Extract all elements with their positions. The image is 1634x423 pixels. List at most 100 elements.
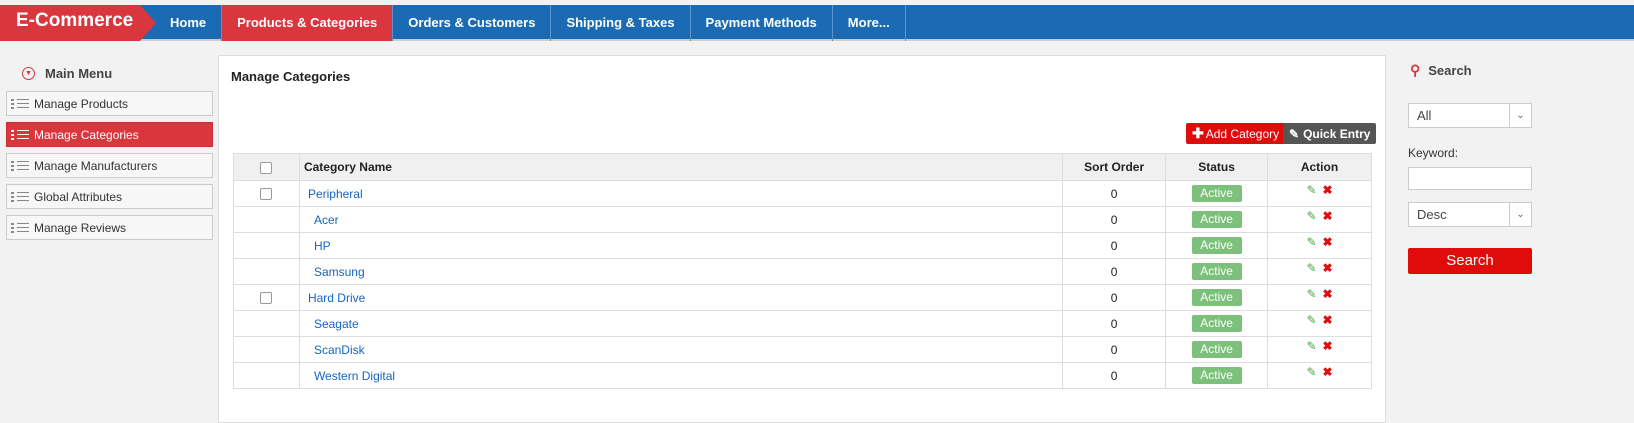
table-row: HP 0 Active ✎ ✖	[233, 232, 1372, 259]
table-row: Western Digital 0 Active ✎ ✖	[233, 362, 1372, 389]
header-sort-order[interactable]: Sort Order	[1062, 153, 1167, 181]
filter-select[interactable]: All ⌄	[1408, 103, 1532, 128]
category-link[interactable]: Samsung	[314, 265, 365, 279]
status-badge[interactable]: Active	[1191, 263, 1242, 280]
row-select-cell	[233, 362, 300, 389]
pencil-icon: ✎	[1289, 126, 1300, 141]
row-select-cell	[233, 336, 300, 363]
quick-entry-button[interactable]: ✎ Quick Entry	[1283, 123, 1377, 144]
header-status[interactable]: Status	[1165, 153, 1269, 181]
category-link[interactable]: Western Digital	[314, 369, 395, 383]
keyword-input[interactable]	[1408, 167, 1532, 190]
sidebar-item-manage-categories[interactable]: Manage Categories	[6, 122, 213, 147]
category-name-cell: Seagate	[298, 310, 1064, 337]
row-checkbox[interactable]	[260, 188, 273, 201]
row-checkbox[interactable]	[260, 292, 273, 305]
add-category-button[interactable]: ✚ Add Category	[1186, 123, 1286, 144]
select-all-cell	[233, 153, 300, 181]
delete-icon[interactable]: ✖	[1323, 339, 1333, 353]
category-link[interactable]: HP	[314, 239, 331, 253]
category-name-cell: ScanDisk	[298, 336, 1064, 363]
list-icon	[11, 129, 29, 141]
category-link[interactable]: Seagate	[314, 317, 359, 331]
status-badge[interactable]: Active	[1191, 237, 1242, 254]
chevron-down-icon: ⌄	[1509, 203, 1531, 226]
sidebar-item-global-attributes[interactable]: Global Attributes	[6, 184, 213, 209]
edit-icon[interactable]: ✎	[1306, 209, 1316, 223]
brand-arrow	[140, 5, 156, 41]
plus-icon: ✚	[1192, 125, 1204, 141]
status-badge[interactable]: Active	[1191, 341, 1242, 358]
delete-icon[interactable]: ✖	[1323, 183, 1333, 197]
sidebar-item-label: Manage Categories	[34, 127, 139, 142]
sidebar-item-manage-reviews[interactable]: Manage Reviews	[6, 215, 213, 240]
delete-icon[interactable]: ✖	[1323, 209, 1333, 223]
action-cell: ✎ ✖	[1267, 336, 1372, 363]
nav-orders-customers[interactable]: Orders & Customers	[393, 5, 552, 41]
status-cell: Active	[1165, 180, 1269, 207]
action-cell: ✎ ✖	[1267, 206, 1372, 233]
nav-products-categories[interactable]: Products & Categories	[222, 5, 394, 41]
delete-icon[interactable]: ✖	[1323, 287, 1333, 301]
add-category-label: Add Category	[1205, 126, 1280, 141]
order-select[interactable]: Desc ⌄	[1408, 202, 1532, 227]
category-link[interactable]: Acer	[314, 213, 339, 227]
edit-icon[interactable]: ✎	[1306, 235, 1316, 249]
sidebar-item-label: Global Attributes	[34, 189, 123, 204]
action-cell: ✎ ✖	[1267, 362, 1372, 389]
category-link[interactable]: ScanDisk	[314, 343, 365, 357]
row-select-cell	[233, 180, 300, 207]
sidebar-item-manage-manufacturers[interactable]: Manage Manufacturers	[6, 153, 213, 178]
delete-icon[interactable]: ✖	[1323, 313, 1333, 327]
edit-icon[interactable]: ✎	[1306, 365, 1316, 379]
brand-logo[interactable]: E-Commerce	[0, 5, 140, 41]
edit-icon[interactable]: ✎	[1306, 261, 1316, 275]
keyword-label: Keyword:	[1408, 146, 1459, 160]
chevron-down-icon: ▼	[22, 66, 35, 80]
page-title: Manage Categories	[231, 69, 351, 84]
search-button[interactable]: Search	[1408, 248, 1532, 274]
sidebar: ▼ Main Menu Manage Products Manage Categ…	[6, 55, 213, 240]
main-nav: Home Products & Categories Orders & Cust…	[155, 5, 906, 41]
nav-shipping-taxes[interactable]: Shipping & Taxes	[551, 5, 691, 41]
edit-icon[interactable]: ✎	[1306, 183, 1316, 197]
delete-icon[interactable]: ✖	[1323, 365, 1333, 379]
edit-icon[interactable]: ✎	[1306, 287, 1316, 301]
header-category-name[interactable]: Category Name	[298, 153, 1064, 181]
category-link[interactable]: Hard Drive	[308, 291, 365, 305]
table-row: ScanDisk 0 Active ✎ ✖	[233, 336, 1372, 363]
quick-entry-label: Quick Entry	[1303, 126, 1371, 141]
status-badge[interactable]: Active	[1191, 185, 1242, 202]
action-cell: ✎ ✖	[1267, 258, 1372, 285]
search-title: Search	[1428, 62, 1472, 78]
order-select-value: Desc	[1417, 207, 1447, 222]
category-link[interactable]: Peripheral	[308, 187, 363, 201]
sidebar-item-label: Manage Products	[34, 96, 129, 111]
main-menu-header[interactable]: ▼ Main Menu	[6, 55, 213, 85]
status-badge[interactable]: Active	[1191, 367, 1242, 384]
status-badge[interactable]: Active	[1191, 289, 1242, 306]
sort-order-cell: 0	[1062, 362, 1167, 389]
select-all-checkbox[interactable]	[260, 161, 273, 174]
status-badge[interactable]: Active	[1191, 315, 1242, 332]
table-row: Seagate 0 Active ✎ ✖	[233, 310, 1372, 337]
nav-home[interactable]: Home	[155, 5, 223, 41]
category-name-cell: Samsung	[298, 258, 1064, 285]
search-header: ⚲ Search	[1408, 55, 1534, 85]
delete-icon[interactable]: ✖	[1323, 261, 1333, 275]
delete-icon[interactable]: ✖	[1323, 235, 1333, 249]
nav-payment-methods[interactable]: Payment Methods	[691, 5, 833, 41]
edit-icon[interactable]: ✎	[1306, 339, 1316, 353]
nav-more[interactable]: More...	[833, 5, 906, 41]
filter-select-value: All	[1417, 108, 1432, 123]
status-cell: Active	[1165, 284, 1269, 311]
status-cell: Active	[1165, 206, 1269, 233]
status-cell: Active	[1165, 232, 1269, 259]
action-cell: ✎ ✖	[1267, 180, 1372, 207]
list-icon	[11, 191, 29, 203]
sidebar-item-manage-products[interactable]: Manage Products	[6, 91, 213, 116]
status-badge[interactable]: Active	[1191, 211, 1242, 228]
search-icon: ⚲	[1410, 61, 1421, 78]
list-icon	[11, 160, 29, 172]
edit-icon[interactable]: ✎	[1306, 313, 1316, 327]
